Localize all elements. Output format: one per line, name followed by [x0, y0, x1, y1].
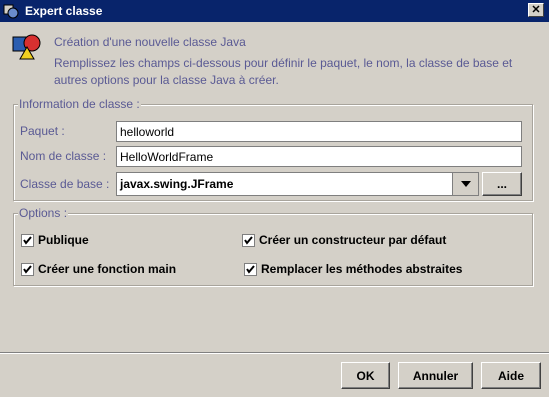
main-function-checkbox[interactable]: Créer une fonction main [21, 262, 176, 276]
cancel-button[interactable]: Annuler [398, 362, 473, 389]
cancel-label: Annuler [412, 368, 459, 383]
default-constructor-checkbox[interactable]: Créer un constructeur par défaut [242, 233, 446, 247]
class-info-legend: Information de classe : [18, 97, 141, 111]
window-title: Expert classe [25, 4, 103, 18]
title-bar: Expert classe ✕ [0, 0, 549, 22]
class-name-label: Nom de classe : [20, 149, 107, 163]
package-label: Paquet : [20, 124, 65, 138]
main-function-label: Créer une fonction main [38, 262, 177, 276]
help-button[interactable]: Aide [481, 362, 541, 389]
footer-separator [0, 352, 549, 354]
close-button[interactable]: ✕ [528, 3, 544, 17]
ok-label: OK [356, 368, 375, 383]
help-label: Aide [497, 368, 524, 383]
checkmark-icon [246, 264, 255, 274]
default-constructor-label: Créer un constructeur par défaut [259, 233, 447, 247]
checkmark-icon [244, 235, 253, 245]
override-abstract-label: Remplacer les méthodes abstraites [261, 262, 463, 276]
checkmark-icon [23, 264, 32, 274]
chevron-down-icon[interactable] [452, 173, 478, 195]
package-field[interactable] [116, 121, 522, 142]
shapes-icon [12, 33, 42, 61]
header-description: Remplissez les champs ci-dessous pour dé… [54, 56, 513, 87]
base-class-select[interactable]: javax.swing.JFrame [116, 172, 479, 196]
checkmark-icon [23, 235, 32, 245]
public-checkbox[interactable]: Publique [21, 233, 89, 247]
base-class-label: Classe de base : [20, 177, 110, 191]
base-class-value: javax.swing.JFrame [120, 177, 234, 191]
java-class-icon [3, 3, 19, 19]
header-title: Création d'une nouvelle classe Java [54, 35, 246, 49]
checkbox-box[interactable] [242, 233, 255, 247]
ok-button[interactable]: OK [341, 362, 390, 389]
class-name-field[interactable] [116, 146, 522, 167]
browse-label: ... [496, 177, 507, 191]
checkbox-box[interactable] [21, 262, 34, 276]
checkbox-box[interactable] [244, 262, 257, 276]
browse-button[interactable]: ... [482, 172, 522, 196]
override-abstract-checkbox[interactable]: Remplacer les méthodes abstraites [244, 262, 462, 276]
options-legend: Options : [18, 206, 69, 220]
public-label: Publique [38, 233, 89, 247]
close-icon: ✕ [531, 4, 541, 16]
checkbox-box[interactable] [21, 233, 34, 247]
